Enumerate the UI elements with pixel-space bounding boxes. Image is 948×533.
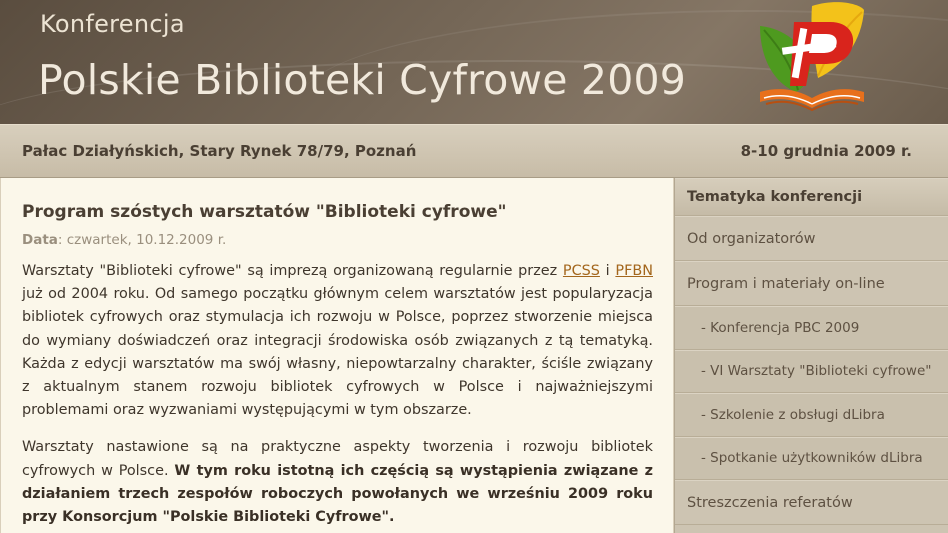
sidebar-item-pbc-conference[interactable]: - Konferencja PBC 2009 [675, 306, 948, 350]
sidebar-item-dlibra-training[interactable]: - Szkolenie z obsługi dLibra [675, 393, 948, 437]
sidebar-heading[interactable]: Tematyka konferencji [675, 178, 948, 216]
site-header: Konferencja Polskie Biblioteki Cyfrowe 2… [0, 0, 948, 124]
article-paragraph: Warsztaty nastawione są na praktyczne as… [22, 436, 653, 529]
info-bar: Pałac Działyńskich, Stary Rynek 78/79, P… [0, 124, 948, 178]
paragraph-text: i [599, 263, 616, 279]
article-date: Data: czwartek, 10.12.2009 r. [22, 232, 653, 248]
paragraph-text: Warsztaty "Biblioteki cyfrowe" są imprez… [22, 263, 563, 279]
main-content: Program szóstych warsztatów "Biblioteki … [0, 178, 674, 533]
sidebar-item-organizers[interactable]: Od organizatorów [675, 216, 948, 261]
sidebar-item-workshops[interactable]: - VI Warsztaty "Biblioteki cyfrowe" [675, 349, 948, 393]
paragraph-text: już od 2004 roku. Od samego początku głó… [22, 286, 653, 419]
pbc-logo-icon[interactable] [752, 0, 872, 116]
pcss-link[interactable]: PCSS [563, 263, 600, 279]
dates-text: 8-10 grudnia 2009 r. [740, 142, 912, 160]
sidebar-item-program[interactable]: Program i materiały on-line [675, 261, 948, 306]
conference-title[interactable]: Polskie Biblioteki Cyfrowe 2009 [38, 56, 686, 104]
venue-text: Pałac Działyńskich, Stary Rynek 78/79, P… [22, 142, 417, 160]
article-paragraph: Warsztaty "Biblioteki cyfrowe" są imprez… [22, 260, 653, 422]
conference-label: Konferencja [40, 10, 185, 38]
article-title: Program szóstych warsztatów "Biblioteki … [22, 202, 507, 222]
sidebar-nav: Tematyka konferencji Od organizatorów Pr… [674, 178, 948, 533]
sidebar-item-dlibra-users-meeting[interactable]: - Spotkanie użytkowników dLibra [675, 436, 948, 480]
pfbn-link[interactable]: PFBN [615, 263, 653, 279]
page-layout: Program szóstych warsztatów "Biblioteki … [0, 178, 948, 533]
sidebar-item-abstracts[interactable]: Streszczenia referatów [675, 480, 948, 525]
date-value: : czwartek, 10.12.2009 r. [57, 232, 227, 248]
date-label: Data [22, 232, 58, 248]
